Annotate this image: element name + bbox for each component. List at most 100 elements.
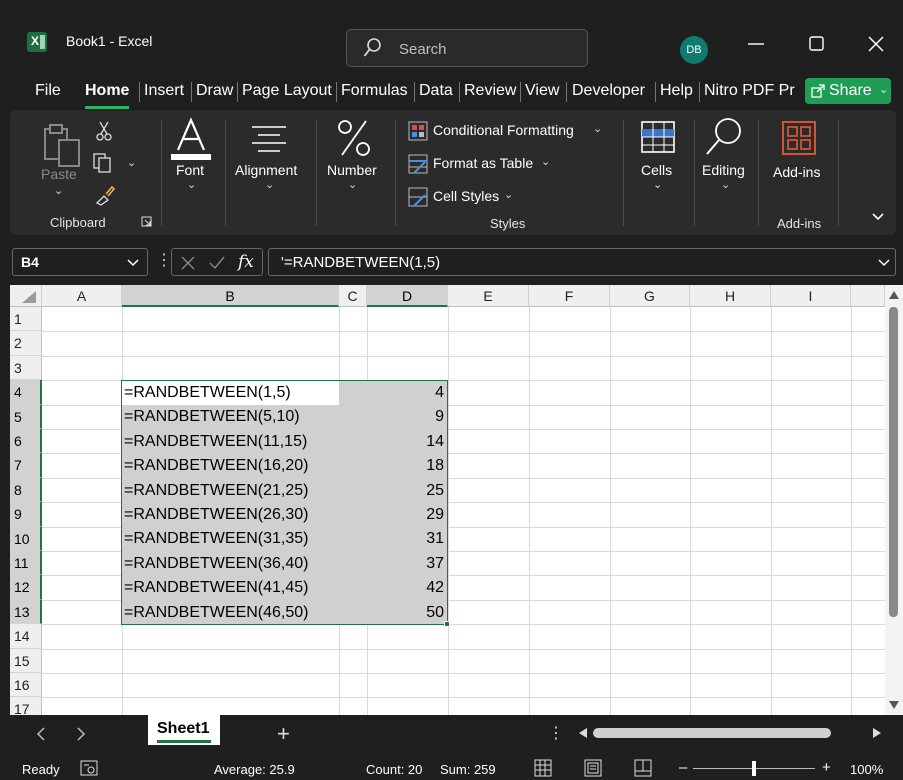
column-header-d[interactable]: D (367, 285, 448, 307)
cell-b10[interactable]: =RANDBETWEEN(31,35) (124, 527, 309, 551)
cell-d5[interactable]: 9 (368, 405, 444, 429)
copy-chevron-icon[interactable]: ⌄ (127, 156, 136, 169)
copy-icon[interactable] (92, 152, 114, 174)
tab-draw[interactable]: Draw (196, 82, 233, 100)
cell-d12[interactable]: 42 (368, 576, 444, 600)
alignment-chevron-icon[interactable]: ⌄ (265, 178, 274, 191)
row-header-11[interactable]: 11 (10, 551, 42, 576)
add-sheet-button[interactable]: + (277, 721, 290, 747)
cell-styles-chevron-icon[interactable]: ⌄ (504, 188, 513, 201)
font-chevron-icon[interactable]: ⌄ (187, 178, 196, 191)
cell-d11[interactable]: 37 (368, 552, 444, 576)
cells-label[interactable]: Cells (641, 162, 672, 178)
row-header-6[interactable]: 6 (10, 429, 42, 454)
row-header-4[interactable]: 4 (10, 380, 42, 405)
name-box[interactable]: B4 (12, 248, 148, 276)
sheet-tab-sheet1[interactable]: Sheet1 (148, 715, 220, 745)
scroll-up-icon[interactable] (889, 291, 899, 299)
tab-formulas[interactable]: Formulas (341, 82, 408, 100)
close-icon[interactable] (862, 32, 890, 56)
paste-chevron-icon[interactable]: ⌄ (54, 184, 63, 197)
accessibility-icon[interactable] (80, 760, 98, 776)
zoom-slider-thumb[interactable] (752, 761, 756, 776)
cell-b9[interactable]: =RANDBETWEEN(26,30) (124, 503, 309, 527)
conditional-formatting-chevron-icon[interactable]: ⌄ (593, 122, 602, 135)
editing-chevron-icon[interactable]: ⌄ (721, 178, 730, 191)
row-header-7[interactable]: 7 (10, 453, 42, 478)
paste-icon[interactable] (42, 122, 84, 170)
percent-icon[interactable] (336, 118, 372, 158)
sheet-options-icon[interactable]: ⋮ (548, 723, 564, 743)
cell-b4[interactable]: =RANDBETWEEN(1,5) (124, 381, 291, 405)
row-header-3[interactable]: 3 (10, 355, 42, 381)
user-avatar[interactable]: DB (680, 36, 708, 64)
share-button[interactable]: Share ⌄ (805, 78, 891, 104)
cell-d4[interactable]: 4 (368, 381, 444, 405)
column-header-e[interactable]: E (448, 285, 529, 307)
tab-data[interactable]: Data (419, 82, 453, 100)
maximize-icon[interactable] (802, 32, 830, 56)
format-as-table-icon[interactable] (408, 154, 428, 174)
cell-b5[interactable]: =RANDBETWEEN(5,10) (124, 405, 300, 429)
vertical-scrollbar[interactable] (885, 285, 903, 715)
cell-b13[interactable]: =RANDBETWEEN(46,50) (124, 601, 309, 625)
tab-insert[interactable]: Insert (144, 82, 184, 100)
format-as-table-label[interactable]: Format as Table (433, 155, 533, 171)
cell-b12[interactable]: =RANDBETWEEN(41,45) (124, 576, 309, 600)
cells-icon[interactable] (640, 120, 676, 154)
insert-function-icon[interactable]: fx (238, 252, 254, 272)
select-all-corner[interactable] (10, 285, 42, 307)
worksheet-grid[interactable]: A B C D E F G H I 1 2 3 4 5 6 7 8 9 10 1… (10, 285, 885, 715)
row-header-17[interactable]: 17 (10, 697, 42, 715)
paste-label[interactable]: Paste (41, 166, 77, 182)
cancel-entry-icon[interactable] (180, 255, 196, 271)
cell-b8[interactable]: =RANDBETWEEN(21,25) (124, 479, 309, 503)
cell-styles-icon[interactable] (408, 187, 428, 207)
cell-d8[interactable]: 25 (368, 479, 444, 503)
column-header-g[interactable]: G (610, 285, 690, 307)
next-sheet-icon[interactable] (76, 727, 86, 741)
scroll-down-icon[interactable] (889, 701, 899, 709)
fill-handle[interactable] (444, 621, 450, 627)
format-as-table-chevron-icon[interactable]: ⌄ (541, 155, 550, 168)
page-layout-view-icon[interactable] (584, 759, 602, 777)
conditional-formatting-label[interactable]: Conditional Formatting (433, 122, 574, 138)
cell-b7[interactable]: =RANDBETWEEN(16,20) (124, 454, 309, 478)
normal-view-icon[interactable] (534, 759, 552, 777)
cell-d7[interactable]: 18 (368, 454, 444, 478)
column-header-a[interactable]: A (42, 285, 122, 307)
column-header-f[interactable]: F (529, 285, 610, 307)
column-header-i[interactable]: I (771, 285, 851, 307)
tab-nitro-pdf[interactable]: Nitro PDF Pr (704, 82, 796, 100)
tab-view[interactable]: View (525, 82, 559, 100)
row-header-16[interactable]: 16 (10, 673, 42, 698)
row-header-2[interactable]: 2 (10, 331, 42, 356)
row-header-14[interactable]: 14 (10, 624, 42, 649)
tab-developer[interactable]: Developer (572, 82, 645, 100)
cell-b6[interactable]: =RANDBETWEEN(11,15) (124, 430, 307, 454)
number-chevron-icon[interactable]: ⌄ (348, 178, 357, 191)
font-label[interactable]: Font (176, 162, 204, 178)
font-icon[interactable] (170, 116, 212, 160)
row-header-1[interactable]: 1 (10, 307, 42, 332)
row-header-13[interactable]: 13 (10, 599, 42, 625)
cells-chevron-icon[interactable]: ⌄ (653, 178, 662, 191)
cell-d6[interactable]: 14 (368, 430, 444, 454)
more-options-icon[interactable]: ⋮ (156, 250, 172, 270)
collapse-ribbon-icon[interactable] (871, 212, 885, 222)
column-header-next[interactable] (851, 285, 885, 307)
conditional-formatting-icon[interactable] (408, 121, 428, 141)
status-count[interactable]: Count: 20 (366, 762, 422, 777)
column-header-c[interactable]: C (339, 285, 367, 307)
status-average[interactable]: Average: 25.9 (214, 762, 295, 777)
formula-input[interactable]: '=RANDBETWEEN(1,5) (268, 248, 896, 276)
number-label[interactable]: Number (327, 162, 377, 178)
editing-icon[interactable] (704, 116, 744, 158)
row-header-8[interactable]: 8 (10, 477, 42, 503)
row-header-9[interactable]: 9 (10, 502, 42, 527)
chevron-down-icon[interactable]: ⌄ (879, 83, 888, 96)
column-header-h[interactable]: H (690, 285, 771, 307)
confirm-entry-icon[interactable] (208, 255, 226, 271)
tab-file[interactable]: File (35, 82, 61, 100)
search-box[interactable]: Search (346, 29, 588, 67)
